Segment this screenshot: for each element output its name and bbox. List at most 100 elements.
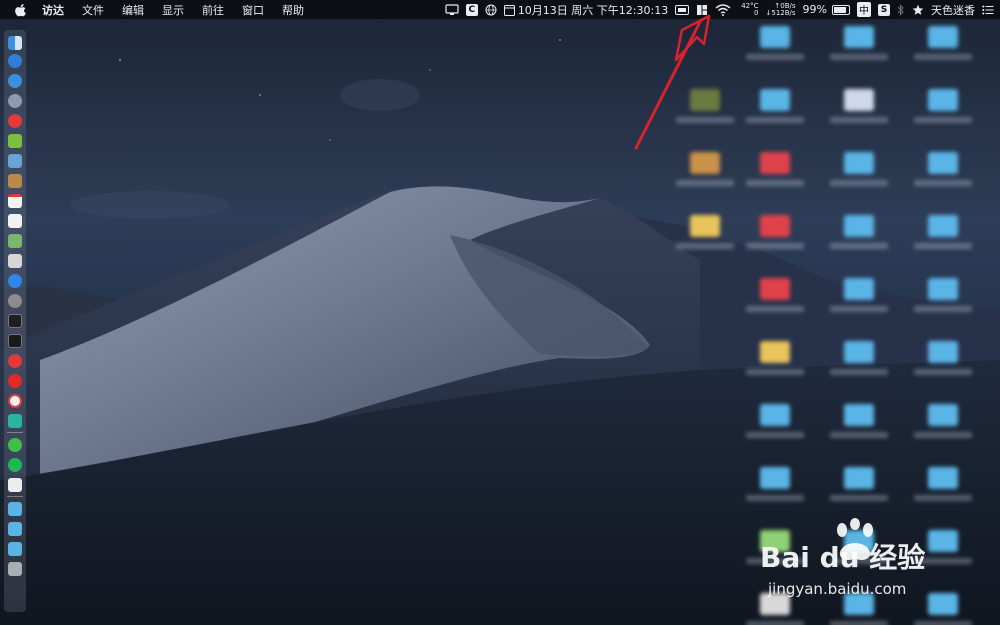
desktop-file-icon[interactable] [740, 209, 810, 269]
file-label [914, 243, 972, 249]
folder-icon [928, 404, 958, 426]
desktop-file-icon[interactable] [908, 146, 978, 206]
app-store-icon[interactable] [8, 274, 22, 288]
desktop-file-icon[interactable] [740, 335, 810, 395]
desktop-file-icon[interactable] [908, 272, 978, 332]
desktop-file-icon[interactable] [908, 20, 978, 80]
desktop-file-icon[interactable] [908, 83, 978, 143]
activity-icon[interactable] [8, 254, 22, 268]
calendar-icon[interactable] [503, 4, 515, 16]
file-label [676, 243, 734, 249]
display-icon[interactable] [675, 4, 690, 15]
notes-icon[interactable] [8, 174, 22, 188]
user-name[interactable]: 天色迷香 [931, 2, 975, 18]
folder-icon [928, 341, 958, 363]
network-speed[interactable]: ↑0B/s ↓512B/s [766, 2, 796, 17]
desktop-file-icon[interactable] [824, 335, 894, 395]
desktop-file-icon[interactable] [824, 20, 894, 80]
desktop-file-icon[interactable] [908, 461, 978, 521]
battery-icon[interactable] [829, 4, 850, 15]
folder-icon [844, 467, 874, 489]
menu-help[interactable]: 帮助 [282, 2, 304, 18]
desktop-file-icon[interactable] [908, 335, 978, 395]
desktop-file-icon[interactable] [824, 209, 894, 269]
watermark-url: jingyan.baidu.com [768, 580, 907, 598]
clipboard-app-icon[interactable]: C [465, 3, 478, 16]
window-layout-icon[interactable] [696, 4, 708, 16]
monitor-icon[interactable] [8, 314, 22, 328]
netease-music-icon[interactable] [8, 374, 22, 388]
file-label [746, 180, 804, 186]
app-green-icon[interactable] [8, 414, 22, 428]
globe-icon[interactable] [485, 4, 497, 16]
battery-percentage[interactable]: 99% [803, 3, 827, 16]
folder-icon [844, 215, 874, 237]
desktop-file-icon[interactable] [670, 146, 740, 206]
apple-menu-icon[interactable] [14, 3, 28, 17]
android-icon[interactable] [8, 134, 22, 148]
notification-status-icon[interactable] [445, 3, 459, 16]
desktop-file-icon[interactable] [670, 209, 740, 269]
file-label [746, 243, 804, 249]
desktop-file-icon[interactable] [740, 461, 810, 521]
desktop-file-icon[interactable] [670, 83, 740, 143]
desktop-file-icon[interactable] [740, 146, 810, 206]
clock-datetime[interactable]: 10月13日 周六 下午12:30:13 [518, 2, 668, 18]
safari-icon[interactable] [8, 54, 22, 68]
preview-icon[interactable] [8, 154, 22, 168]
bluetooth-icon[interactable] [897, 3, 905, 16]
maps-icon[interactable] [8, 234, 22, 248]
file-label [746, 432, 804, 438]
wechat-icon[interactable] [8, 438, 22, 452]
folder-icon [844, 404, 874, 426]
terminal-icon[interactable] [8, 334, 22, 348]
desktop-file-icon[interactable] [824, 83, 894, 143]
desktop-file-icon[interactable] [824, 398, 894, 458]
wifi-icon[interactable] [715, 3, 731, 16]
file-label [830, 117, 888, 123]
input-method-chinese[interactable]: 中 [857, 2, 871, 17]
script-icon[interactable] [8, 478, 22, 492]
downloads-icon[interactable] [8, 542, 22, 556]
desktop-file-icon[interactable] [740, 272, 810, 332]
folder-icon [928, 215, 958, 237]
desktop-file-icon[interactable] [740, 20, 810, 80]
app-red-icon[interactable] [8, 114, 22, 128]
textedit-icon[interactable] [8, 214, 22, 228]
folder-icon [690, 89, 720, 111]
cpu-temperature[interactable]: 42°C 0 [741, 2, 758, 17]
vivaldi-icon[interactable] [8, 354, 22, 368]
sogou-app-icon[interactable]: S [878, 3, 890, 16]
menu-bar: 访达 文件 编辑 显示 前往 窗口 帮助 C 10月13日 周六 下午12:30… [0, 0, 1000, 19]
folder-icon [928, 152, 958, 174]
menu-go[interactable]: 前往 [202, 2, 224, 18]
folder-icon[interactable] [8, 522, 22, 536]
menu-file[interactable]: 文件 [82, 2, 104, 18]
system-prefs-icon[interactable] [8, 294, 22, 308]
yandex-icon[interactable] [8, 394, 22, 408]
menu-view[interactable]: 显示 [162, 2, 184, 18]
finder-icon[interactable] [8, 36, 22, 50]
desktop-file-icon[interactable] [824, 461, 894, 521]
folder-icon [760, 278, 790, 300]
compass-icon[interactable] [8, 74, 22, 88]
desktop-file-icon[interactable] [824, 272, 894, 332]
notification-center-icon[interactable] [982, 5, 994, 15]
desktop-file-icon[interactable] [824, 146, 894, 206]
file-label [914, 369, 972, 375]
spotify-icon[interactable] [8, 458, 22, 472]
menu-window[interactable]: 窗口 [242, 2, 264, 18]
desktop-file-icon[interactable] [740, 83, 810, 143]
launchpad-icon[interactable] [8, 94, 22, 108]
folder-icon[interactable] [8, 502, 22, 516]
app-name-finder[interactable]: 访达 [42, 2, 64, 18]
desktop-file-icon[interactable] [740, 398, 810, 458]
calendar-icon[interactable] [8, 194, 22, 208]
desktop-file-icon[interactable] [908, 209, 978, 269]
menu-edit[interactable]: 编辑 [122, 2, 144, 18]
star-icon[interactable] [912, 4, 924, 16]
folder-icon [760, 152, 790, 174]
desktop-file-icon[interactable] [908, 398, 978, 458]
trash-icon[interactable] [8, 562, 22, 576]
file-label [914, 306, 972, 312]
